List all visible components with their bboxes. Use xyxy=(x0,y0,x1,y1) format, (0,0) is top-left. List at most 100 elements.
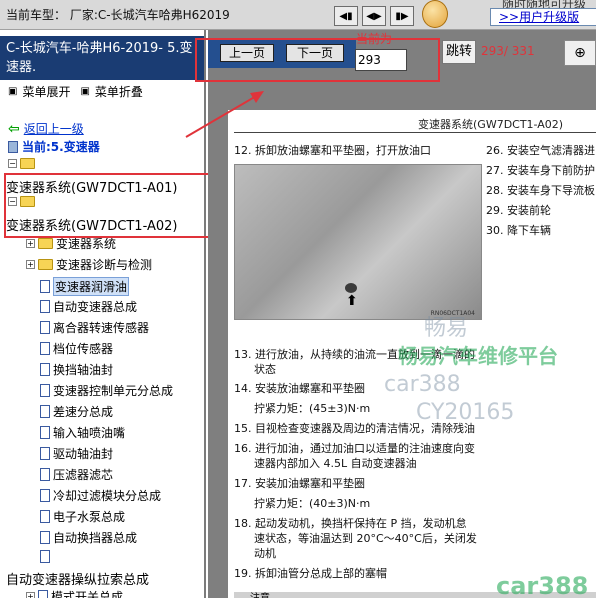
tree-child-label: 变速器润滑油 xyxy=(53,277,130,296)
tree-child-12[interactable]: 冷却过滤模块分总成 xyxy=(40,487,161,504)
tree-child-15[interactable] xyxy=(40,550,53,563)
jump-button[interactable]: 跳转 xyxy=(442,40,476,64)
menu-collapse-label: 菜单折叠 xyxy=(94,85,143,99)
step-17-torque: 拧紧力矩：(40±3)N·m xyxy=(254,497,371,510)
fit-icon[interactable]: ◀▶ xyxy=(362,6,386,26)
figure-code: RN06DCT1A04 xyxy=(430,310,475,317)
tree-child-11[interactable]: 压滤器滤芯 xyxy=(40,466,113,483)
tree-child-8[interactable]: 差速分总成 xyxy=(40,403,113,420)
drain-plug-figure: ⬆ RN06DCT1A04 xyxy=(234,164,482,320)
document-icon xyxy=(40,510,50,523)
highlight-box-nav xyxy=(195,38,440,82)
watermark-3: car388 xyxy=(384,372,461,397)
expand-toggle-icon[interactable]: + xyxy=(26,260,35,269)
step-19: 19. 拆卸油管分总成上部的塞帽 xyxy=(234,567,387,580)
document-header: 变速器系统(GW7DCT1-A02) xyxy=(418,118,564,131)
tree-child-1[interactable]: + 变速器诊断与检测 xyxy=(26,256,152,273)
folder-icon xyxy=(20,158,35,169)
document-icon xyxy=(40,468,50,481)
document-icon xyxy=(40,300,50,313)
document-icon xyxy=(38,590,48,598)
tree-child-13[interactable]: 电子水泵总成 xyxy=(40,508,125,525)
pointer-arrow-icon: ⬆ xyxy=(346,293,358,309)
note-bar: 注意 xyxy=(234,592,596,598)
step-14: 14. 安装放油螺塞和平垫圈 xyxy=(234,382,365,395)
header-divider xyxy=(234,132,596,133)
tree-child-label: 驱动轴油封 xyxy=(53,447,114,461)
step-18: 18. 起动发动机，换挡杆保持在 P 挡，发动机怠 xyxy=(234,517,467,530)
tree-child-label: 换挡轴油封 xyxy=(53,363,114,377)
step-13-cont: 状态 xyxy=(254,363,276,376)
square-icon: ▣ xyxy=(80,86,90,97)
note-label: 注意 xyxy=(250,589,270,598)
menu-controls: ▣ 菜单展开 ▣ 菜单折叠 xyxy=(8,83,143,100)
folder-icon xyxy=(38,238,53,249)
tree-child-4[interactable]: 离合器转速传感器 xyxy=(40,319,149,336)
tree-child-label: 自动变速器总成 xyxy=(53,300,138,314)
document-icon xyxy=(40,280,50,293)
tree-child-label: 变速器诊断与检测 xyxy=(56,258,153,272)
step-16: 16. 进行加油，通过加油口以适量的注油速度向变 xyxy=(234,442,475,455)
tree-child-label: 压滤器滤芯 xyxy=(53,468,114,482)
location-icon xyxy=(8,140,18,153)
last-page-icon[interactable]: ▮▶ xyxy=(390,6,414,26)
annotation-arrow-icon xyxy=(185,91,264,138)
document-page: 变速器系统(GW7DCT1-A02) 12. 拆卸放油螺塞和平垫圈，打开放油口 … xyxy=(228,110,596,598)
tree-bottom-child[interactable]: + 模式开关总成 xyxy=(26,588,123,598)
step-30: 30. 降下车辆 xyxy=(486,224,551,237)
square-icon: ▣ xyxy=(8,86,18,97)
current-model-value: 厂家:C-长城汽车哈弗H62019 xyxy=(69,8,230,22)
tree-child-7[interactable]: 变速器控制单元分总成 xyxy=(40,382,173,399)
expand-toggle-icon[interactable]: + xyxy=(26,239,35,248)
document-icon xyxy=(40,489,50,502)
document-icon xyxy=(40,426,50,439)
step-17: 17. 安装加油螺塞和平垫圈 xyxy=(234,477,365,490)
zoom-in-icon[interactable]: ⊕ xyxy=(564,40,596,66)
step-29: 29. 安装前轮 xyxy=(486,204,551,217)
step-14-torque: 拧紧力矩：(45±3)N·m xyxy=(254,402,371,415)
back-up-link[interactable]: ⇦ 返回上一级 xyxy=(8,120,84,137)
sidebar: C-长城汽车-哈弗H6-2019- 5.变速器. ▣ 菜单展开 ▣ 菜单折叠 ⇦… xyxy=(0,30,206,598)
first-page-icon[interactable]: ◀▮ xyxy=(334,6,358,26)
upgrade-link[interactable]: >>用户升级版 xyxy=(490,8,596,26)
mascot-icon xyxy=(422,0,448,28)
step-13: 13. 进行放油，从持续的油流一直放到一滴一滴的 xyxy=(234,348,475,361)
tree-root-folder[interactable]: − xyxy=(8,158,35,169)
step-12: 12. 拆卸放油螺塞和平垫圈，打开放油口 xyxy=(234,144,431,157)
menu-collapse-button[interactable]: ▣ 菜单折叠 xyxy=(80,83,142,100)
sidebar-title: C-长城汽车-哈弗H6-2019- 5.变速器. xyxy=(0,36,204,80)
tree-item-bottom-label: 自动变速器操纵拉索总成 xyxy=(6,573,150,588)
tree-child-10[interactable]: 驱动轴油封 xyxy=(40,445,113,462)
expand-toggle-icon[interactable]: + xyxy=(26,592,35,598)
collapse-toggle-icon[interactable]: − xyxy=(8,159,17,168)
tree-child-3[interactable]: 自动变速器总成 xyxy=(40,298,137,315)
menu-expand-button[interactable]: ▣ 菜单展开 xyxy=(8,83,70,100)
step-28: 28. 安装车身下导流板 xyxy=(486,184,595,197)
tree-child-5[interactable]: 档位传感器 xyxy=(40,340,113,357)
document-icon xyxy=(40,447,50,460)
step-18-cont-1: 速状态，等油温达到 20°C～40°C后，关闭发 xyxy=(254,532,477,545)
document-icon xyxy=(40,531,50,544)
tree-child-9[interactable]: 输入轴喷油嘴 xyxy=(40,424,125,441)
document-icon xyxy=(40,321,50,334)
tree-item-bottom[interactable]: 自动变速器操纵拉索总成 xyxy=(6,569,149,588)
current-model-label: 当前车型： 厂家:C-长城汽车哈弗H62019 xyxy=(6,6,230,23)
step-27: 27. 安装车身下前防护 xyxy=(486,164,595,177)
drain-plug-shape xyxy=(345,283,357,293)
step-16-cont: 速器内部加入 4.5L 自动变速器油 xyxy=(254,457,417,470)
tree-child-2[interactable]: 变速器润滑油 xyxy=(40,277,130,296)
tree-child-6[interactable]: 换挡轴油封 xyxy=(40,361,113,378)
tree-child-14[interactable]: 自动换挡器总成 xyxy=(40,529,137,546)
tree-child-label: 档位传感器 xyxy=(53,342,114,356)
document-icon xyxy=(40,384,50,397)
document-icon xyxy=(40,550,50,563)
back-up-label: 返回上一级 xyxy=(23,122,84,136)
view-nav-icons: ◀▮ ◀▶ ▮▶ xyxy=(334,6,414,26)
current-location: 当前:5.变速器 xyxy=(8,138,100,155)
tree-child-label: 输入轴喷油嘴 xyxy=(53,426,126,440)
document-icon xyxy=(40,405,50,418)
step-26: 26. 安装空气滤清器进 xyxy=(486,144,595,157)
tree-child-label: 差速分总成 xyxy=(53,405,114,419)
menu-expand-label: 菜单展开 xyxy=(22,85,71,99)
upgrade-area: 随时随地可升级 >>用户升级版 xyxy=(420,0,596,30)
